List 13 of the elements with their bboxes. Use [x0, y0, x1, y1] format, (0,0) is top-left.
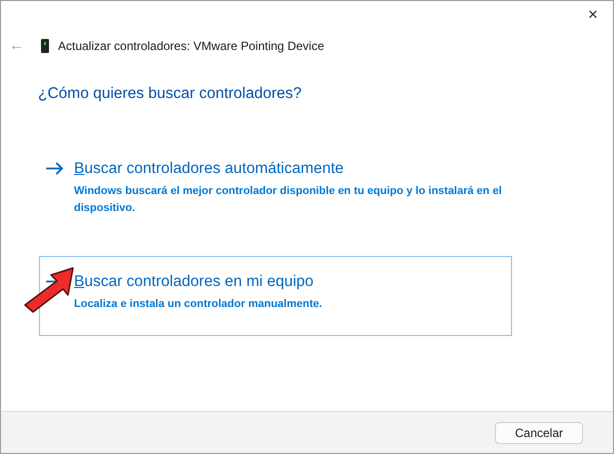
back-button[interactable]: ← [9, 34, 27, 58]
option-card[interactable]: Buscar controladores automáticamente Windows buscará el mejor controlador disponible en tu equipo y lo instalará en el dispositivo. [39, 143, 512, 224]
option-description: Localiza e instala un controlador manualmente. [74, 296, 324, 312]
mouse-device-icon [41, 39, 49, 53]
option-link[interactable]: Buscar controladores automáticamente [74, 157, 344, 180]
cancel-button[interactable]: Cancelar [495, 422, 583, 444]
window-title: Actualizar controladores: VMware Pointing Device [58, 38, 324, 55]
option-card[interactable]: Buscar controladores en mi equipo Localiza e instala un controlador manualmente. [39, 256, 512, 336]
option-description: Windows buscará el mejor controlador disponible en tu equipo y lo instalará en el dispositivo. [74, 184, 503, 216]
option-link[interactable]: Buscar controladores en mi equipo [74, 270, 314, 294]
arrow-icon [45, 162, 64, 176]
close-button[interactable]: ✕ [573, 1, 613, 29]
question-heading: ¿Cómo quieres buscar controladores? [38, 84, 303, 104]
